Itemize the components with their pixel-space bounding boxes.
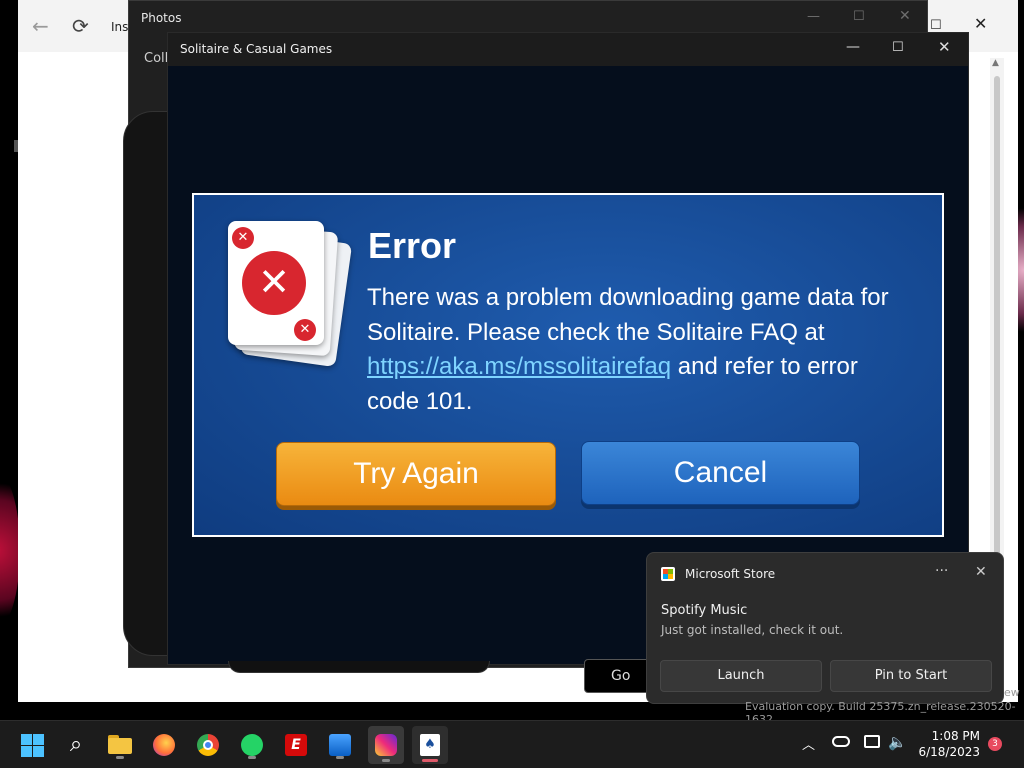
search-icon[interactable]: ⌕ [60, 729, 92, 761]
cancel-button[interactable]: Cancel [581, 441, 860, 505]
edge-marker [14, 140, 18, 152]
card: ✕ ✕ ✕ [228, 221, 324, 345]
error-dialog: ✕ ✕ ✕ Error There was a problem download… [192, 193, 944, 537]
whatsapp-icon[interactable] [236, 729, 268, 761]
microsoft-store-icon [661, 567, 675, 581]
firefox-icon[interactable] [148, 729, 180, 761]
chevron-up-icon[interactable]: ︿ [802, 734, 815, 753]
instagram-icon[interactable] [368, 726, 404, 764]
chrome-icon[interactable] [192, 729, 224, 761]
pin-to-start-button[interactable]: Pin to Start [830, 660, 992, 692]
play-store-badge[interactable]: Go [584, 659, 654, 693]
minimize-icon[interactable]: — [846, 39, 860, 55]
close-icon[interactable]: ✕ [899, 8, 911, 24]
close-icon[interactable]: ✕ [974, 14, 987, 33]
maximize-icon[interactable]: ☐ [892, 40, 904, 55]
espn-icon[interactable]: E [280, 729, 312, 761]
toast-app-name: Microsoft Store [685, 567, 776, 581]
background-window-title: Ins [111, 20, 129, 34]
maximize-icon[interactable]: ☐ [930, 18, 942, 33]
photos-icon[interactable] [324, 729, 356, 761]
minimize-icon[interactable]: — [807, 9, 820, 24]
maximize-icon[interactable]: ☐ [853, 9, 865, 24]
error-message: There was a problem downloading game dat… [367, 281, 907, 419]
play-store-label: Go [611, 668, 631, 684]
taskbar: ⌕ E ♠ ︿ 🔈 1:08 PM 6/18/2023 3 [0, 720, 1024, 768]
photos-nav-collection[interactable]: Coll [144, 51, 168, 66]
solitaire-titlebar: Solitaire & Casual Games — ☐ ✕ [168, 33, 968, 66]
x-icon: ✕ [242, 251, 306, 315]
close-icon[interactable]: ✕ [938, 38, 951, 56]
launch-button[interactable]: Launch [660, 660, 822, 692]
try-again-button[interactable]: Try Again [276, 442, 556, 506]
refresh-icon[interactable]: ⟳ [72, 14, 89, 38]
espn-label: E [285, 734, 307, 756]
close-icon[interactable]: ✕ [975, 564, 987, 580]
watermark-fragment: ew [1004, 686, 1020, 699]
photos-window-title: Photos [141, 11, 182, 25]
more-options-icon[interactable]: ··· [935, 563, 948, 579]
error-message-text: There was a problem downloading game dat… [367, 284, 889, 346]
error-cards-icon: ✕ ✕ ✕ [228, 221, 353, 371]
network-icon[interactable] [864, 735, 880, 748]
faq-link[interactable]: https://aka.ms/mssolitairefaq [367, 353, 671, 380]
clock-date[interactable]: 6/18/2023 [918, 745, 980, 759]
solitaire-window-title: Solitaire & Casual Games [180, 42, 333, 56]
error-title: Error [368, 225, 457, 266]
start-icon[interactable] [16, 729, 48, 761]
toast-notification: Microsoft Store ··· ✕ Spotify Music Just… [646, 552, 1004, 704]
notification-badge[interactable]: 3 [988, 737, 1002, 751]
phone-image [228, 661, 490, 673]
clock-time[interactable]: 1:08 PM [930, 729, 980, 743]
x-icon: ✕ [294, 319, 316, 341]
scroll-up-icon[interactable]: ▲ [992, 58, 999, 68]
toast-body: Just got installed, check it out. [661, 623, 844, 637]
wallpaper-glow [0, 470, 20, 630]
onedrive-icon[interactable] [832, 736, 850, 747]
volume-icon[interactable]: 🔈 [888, 733, 907, 751]
back-arrow-icon[interactable]: ← [32, 14, 49, 38]
file-explorer-icon[interactable] [104, 729, 136, 761]
solitaire-icon[interactable]: ♠ [412, 726, 448, 764]
toast-headline: Spotify Music [661, 603, 748, 618]
x-icon: ✕ [232, 227, 254, 249]
